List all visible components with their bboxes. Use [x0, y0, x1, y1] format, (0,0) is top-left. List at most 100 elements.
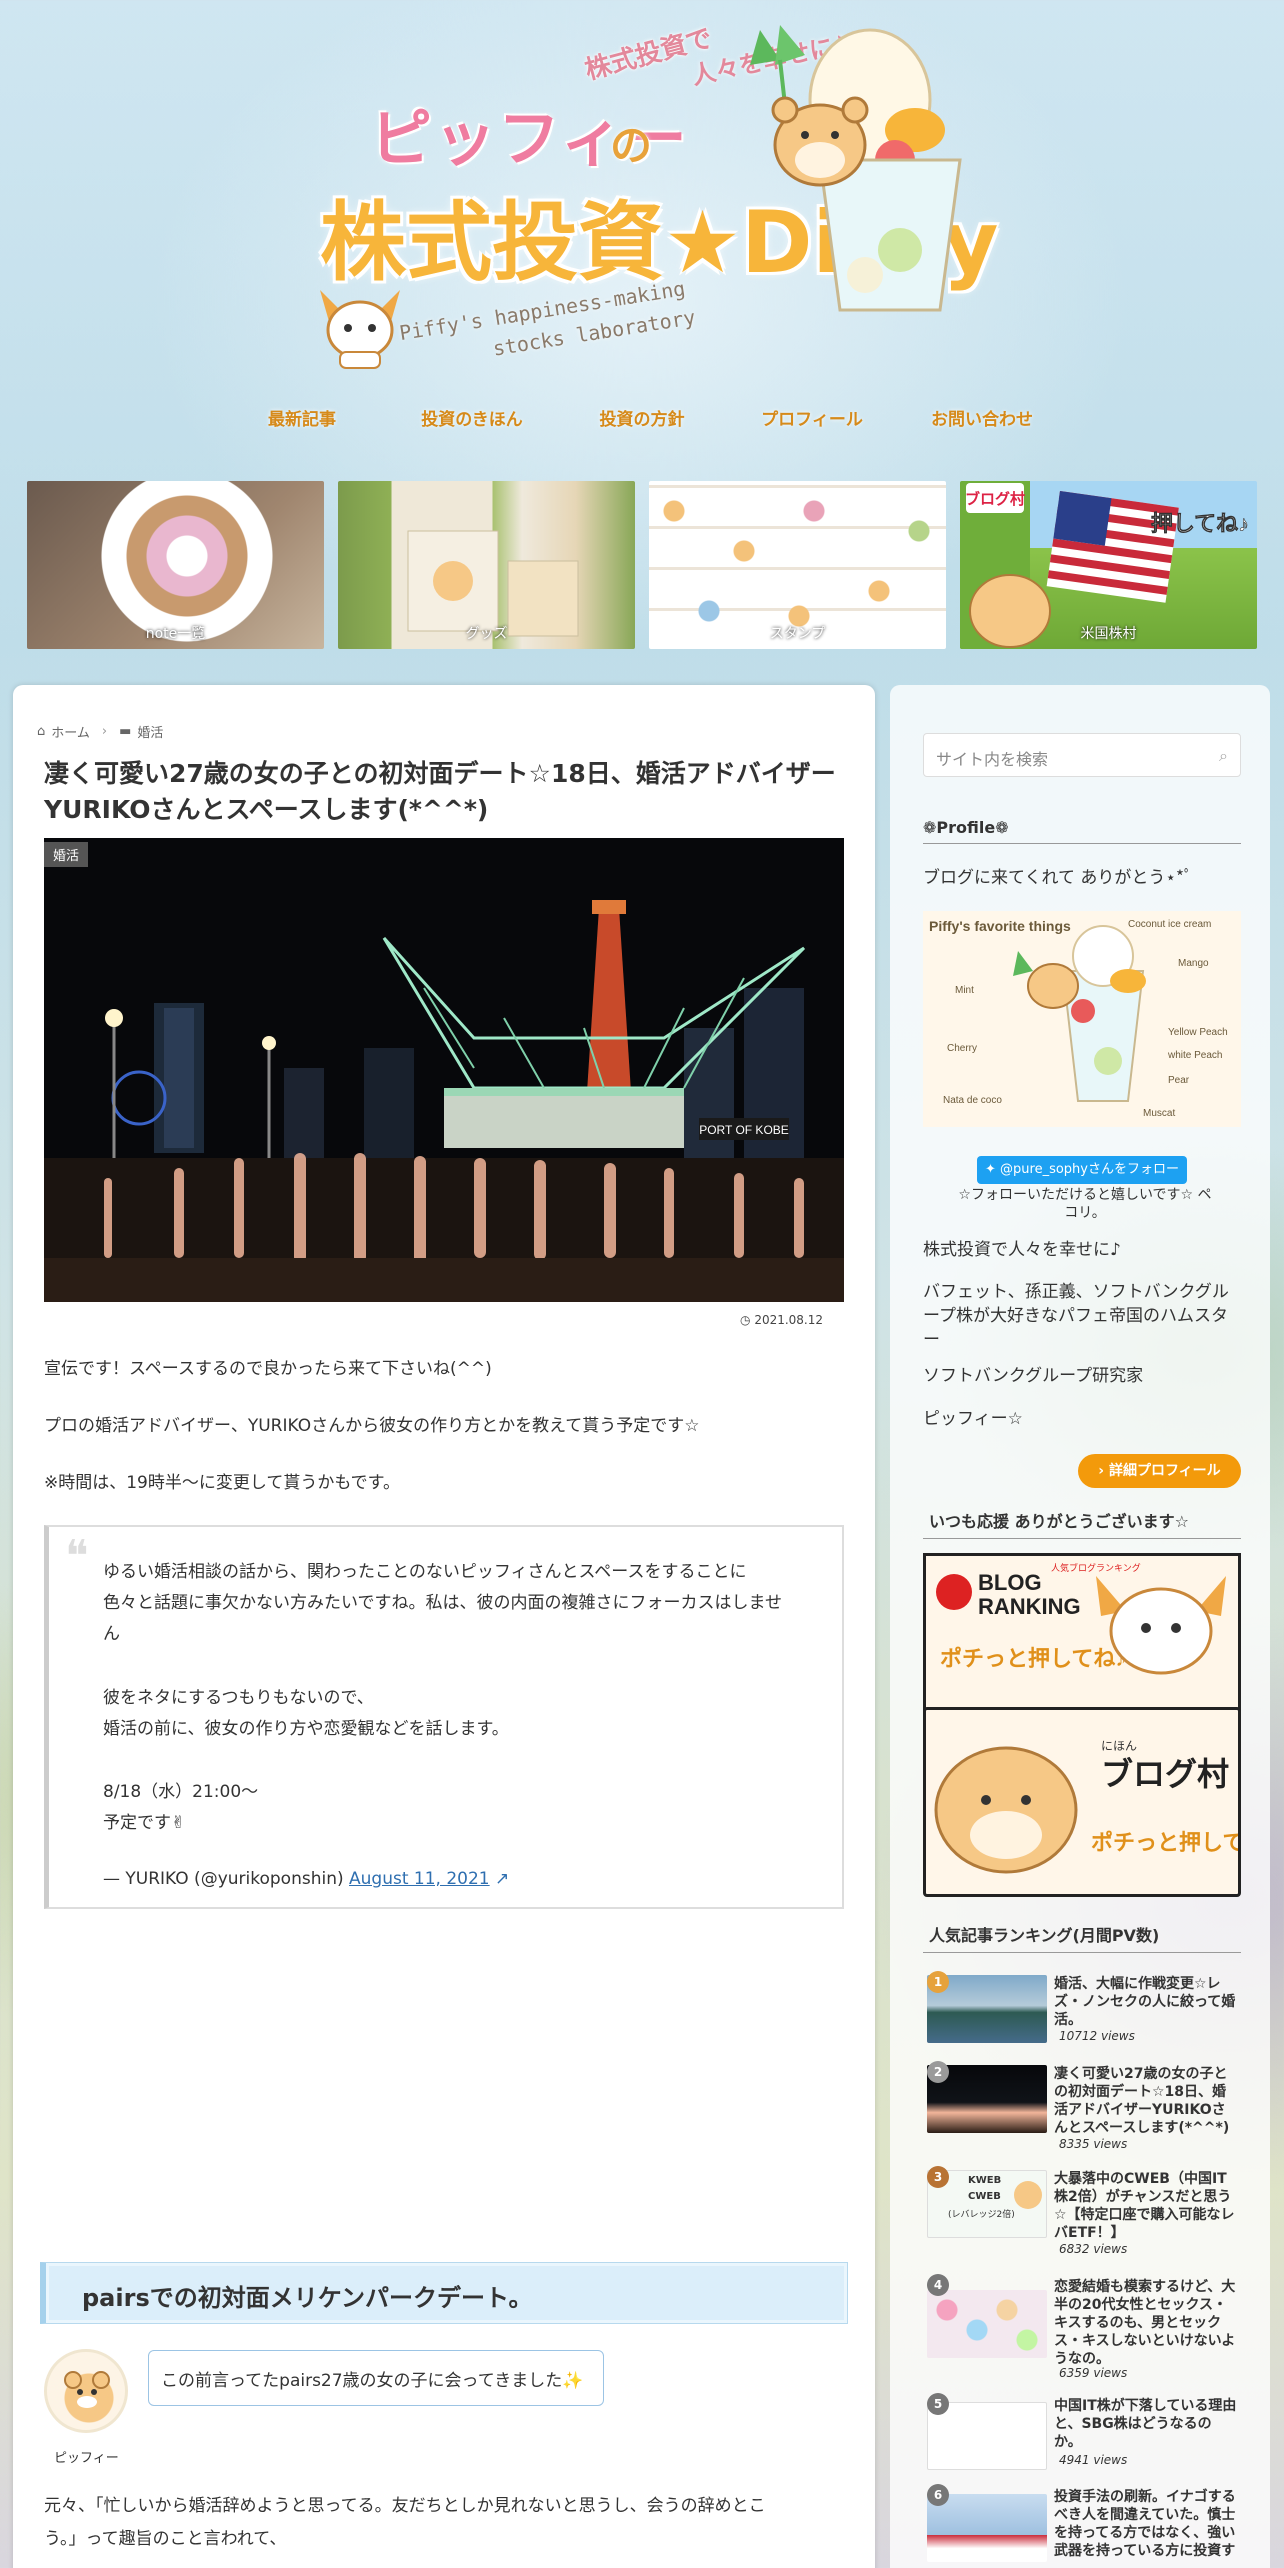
ranking-item[interactable]: 4 恋愛結婚も模索するけど、大半の20代女性とセックス・キスするのも、男とセック… [927, 2274, 1237, 2380]
hamster-avatar-icon [64, 2371, 110, 2408]
ranking-item[interactable]: 6 投資手法の刷新。イナゴするべき人を間違えていた。慎士を持ってる方ではなく、強… [927, 2484, 1237, 2568]
global-nav: 最新記事 投資のきほん 投資の方針 プロフィール お問い合わせ [0, 405, 1284, 430]
article-eyecatch-image: PORT OF KOBE [44, 838, 844, 1302]
nav-item-basics[interactable]: 投資のきほん [387, 405, 557, 430]
search-input[interactable]: サイト内を検索 ⌕ [923, 733, 1241, 777]
article-paragraph: 宣伝です！スペースするので良かったら来て下さいね(^^) [44, 1359, 492, 1379]
profile-img-label: Nata de coco [943, 1095, 1002, 1106]
ranking-title: 中国IT株が下落している理由と、SBG株はどうなるのか。 [1054, 2398, 1237, 2450]
article-title: 凄く可愛い27歳の女の子との初対面デート☆18日、婚活アドバイザーYURIKOさ… [44, 759, 836, 824]
card-note-list[interactable]: note一覧 [27, 481, 324, 649]
nav-item-latest[interactable]: 最新記事 [217, 405, 387, 430]
card4-push-text: 押してね♪ [1151, 511, 1249, 536]
author-name: ピッフィー [54, 2451, 119, 2466]
card-label: スタンプ [769, 626, 826, 642]
ranking-thumbnail [927, 2494, 1047, 2562]
author-avatar [44, 2349, 128, 2433]
favorite-things-illustration: Piffy's favorite things Coconut ice crea… [923, 911, 1241, 1127]
profile-img-heading: Piffy's favorite things [929, 918, 1071, 934]
tweet-line: ゆるい婚活相談の話から、関わったことのないピッフィさんとスペースをすることに [103, 1562, 747, 1582]
tweet-date-link[interactable]: August 11, 2021 [349, 1869, 490, 1889]
ranking-title: 恋愛結婚も模索するけど、大半の20代女性とセックス・キスするのも、男とセックス・… [1054, 2279, 1236, 2367]
card-label: 米国株村 [1080, 626, 1137, 642]
banner1-push: ポチっと押してね♪ [940, 1646, 1126, 1671]
card-label: note一覧 [145, 626, 206, 642]
tweet-line: ん [103, 1624, 120, 1644]
nav-item-contact[interactable]: お問い合わせ [897, 405, 1067, 430]
thumb-text: CWEB [968, 2191, 1001, 2202]
article-paragraph: ※時間は、19時半〜に変更して貰うかもです。 [44, 1473, 400, 1493]
breadcrumb-home[interactable]: ホーム [51, 722, 90, 741]
blog-ranking-banner[interactable]: BLOG RANKING 人気ブログランキング ポチっと押してね♪ [923, 1553, 1241, 1711]
ranking-title: 凄く可愛い27歳の女の子との初対面デート☆18日、婚活アドバイザーYURIKOさ… [1054, 2066, 1230, 2136]
banner2-push: ポチっと押してね♪ [1091, 1830, 1238, 1855]
banner2-top: にほん [1101, 1739, 1137, 1753]
chihuahua-icon [320, 290, 400, 369]
detail-profile-button[interactable]: › 詳細プロフィール [1078, 1454, 1241, 1488]
home-icon: ⌂ [37, 724, 46, 739]
post-date: ◷ 2021.08.12 [740, 1313, 823, 1327]
thumb-text: (レバレッジ2倍) [948, 2210, 1015, 2220]
ranking-title: 大暴落中のCWEB（中国IT株2倍）がチャンスだと思う☆【特定口座で購入可能なレ… [1054, 2171, 1235, 2241]
hamster-parfait-icon [750, 25, 962, 312]
breadcrumb: ⌂ ホーム › ▬ 婚活 [37, 722, 163, 741]
profile-welcome: ブログに来てくれて ありがとう⋆*ﾟ [923, 868, 1193, 888]
hamster-icon [1014, 2181, 1042, 2209]
ranking-number: 3 [927, 2166, 949, 2188]
ranking-number: 1 [927, 1971, 949, 1993]
banner1-main: RANKING [978, 1594, 1081, 1619]
tweet-line: 婚活の前に、彼女の作り方や恋愛観などを話します。 [103, 1719, 509, 1739]
ranking-views: 8335 views [1059, 2137, 1128, 2151]
search-placeholder: サイト内を検索 [936, 750, 1049, 769]
follow-note: ☆フォローいただけると嬉しいです☆ ペコリ。 [958, 1187, 1212, 1221]
card-stamps[interactable]: スタンプ [649, 481, 946, 649]
ranking-item[interactable]: 5 中国IT株が下落している理由と、SBG株はどうなるのか。 4941 view… [927, 2393, 1237, 2477]
detail-profile-label: 詳細プロフィール [1108, 1463, 1221, 1479]
ranking-views: 4941 views [1059, 2453, 1128, 2467]
tweet-line: 彼をネタにするつもりもないので、 [103, 1688, 374, 1708]
profile-img-label: white Peach [1167, 1050, 1222, 1061]
feature-cards: note一覧 グッズ スタンプ ブログ村 押してね♪ 米国株村 [27, 481, 1257, 649]
ranking-views: 6359 views [1059, 2366, 1128, 2380]
twitter-follow-button[interactable]: ✦ @pure_sophyさんをフォロー [977, 1156, 1187, 1184]
ranking-thumbnail [927, 2290, 1047, 2358]
ranking-item[interactable]: 2 凄く可愛い27歳の女の子との初対面デート☆18日、婚活アドバイザーYURIK… [927, 2061, 1237, 2155]
category-badge[interactable]: 婚活 [44, 842, 89, 867]
bio-line: バフェット、孫正義、ソフトバンクグループ株が大好きなパフェ帝国のハムスター [923, 1282, 1229, 1350]
card-us-stocks-village[interactable]: ブログ村 押してね♪ 米国株村 [960, 481, 1257, 649]
card4-badge-text: ブログ村 [965, 490, 1025, 508]
profile-widget-title: ❁Profile❁ [923, 818, 1241, 844]
logo-brand-no: の [610, 121, 653, 170]
nav-item-policy[interactable]: 投資の方針 [557, 405, 727, 430]
post-date-text: 2021.08.12 [754, 1313, 824, 1327]
breadcrumb-category[interactable]: 婚活 [137, 722, 163, 741]
embedded-tweet: ❝ ゆるい婚活相談の話から、関わったことのないピッフィさんとスペースをすることに… [44, 1525, 844, 1909]
ranking-number: 5 [927, 2393, 949, 2415]
bio-line: ピッフィー☆ [923, 1409, 1023, 1429]
folder-icon: ▬ [119, 724, 132, 739]
profile-img-label: Mango [1178, 958, 1209, 969]
banner1-sub: 人気ブログランキング [1051, 1562, 1141, 1573]
article-paragraph: プロの婚活アドバイザー、YURIKOさんから彼女の作り方とかを教えて貰う予定です… [44, 1416, 700, 1436]
section-heading-text: pairsでの初対面メリケンパークデート。 [82, 2284, 533, 2312]
ranking-number: 2 [927, 2061, 949, 2083]
ranking-item[interactable]: 1 婚活、大幅に作戦変更☆レズ・ノンセクの人に絞って婚活。 10712 view… [927, 1971, 1237, 2045]
tweet-author: — YURIKO (@yurikoponshin) [103, 1869, 344, 1889]
card-goods[interactable]: グッズ [338, 481, 635, 649]
ranking-item[interactable]: KWEB CWEB (レバレッジ2倍) 3 大暴落中のCWEB（中国IT株2倍）… [927, 2166, 1237, 2260]
blog-village-banner[interactable]: にほん ブログ村 ポチっと押してね♪ [923, 1707, 1277, 1897]
banner1-top: BLOG [978, 1570, 1042, 1595]
card-label: グッズ [465, 626, 508, 642]
blog-village-illustration: にほん ブログ村 ポチっと押してね♪ [934, 1739, 1277, 1874]
nav-item-profile[interactable]: プロフィール [727, 405, 897, 430]
profile-img-label: Yellow Peach [1168, 1027, 1228, 1038]
profile-img-label: Coconut ice cream [1128, 919, 1211, 930]
clock-icon: ◷ [740, 1313, 751, 1327]
search-icon[interactable]: ⌕ [1219, 746, 1228, 766]
tweet-line: 8/18（水）21:00〜 [103, 1782, 259, 1802]
blog-ranking-illustration: BLOG RANKING 人気ブログランキング ポチっと押してね♪ [936, 1562, 1226, 1675]
ranking-widget-title: 人気記事ランキング(月間PV数) [923, 1922, 1241, 1953]
thumb-text: KWEB [968, 2175, 1002, 2186]
tweet-line: 予定です✌ [103, 1813, 186, 1833]
profile-img-label: Pear [1168, 1075, 1190, 1086]
